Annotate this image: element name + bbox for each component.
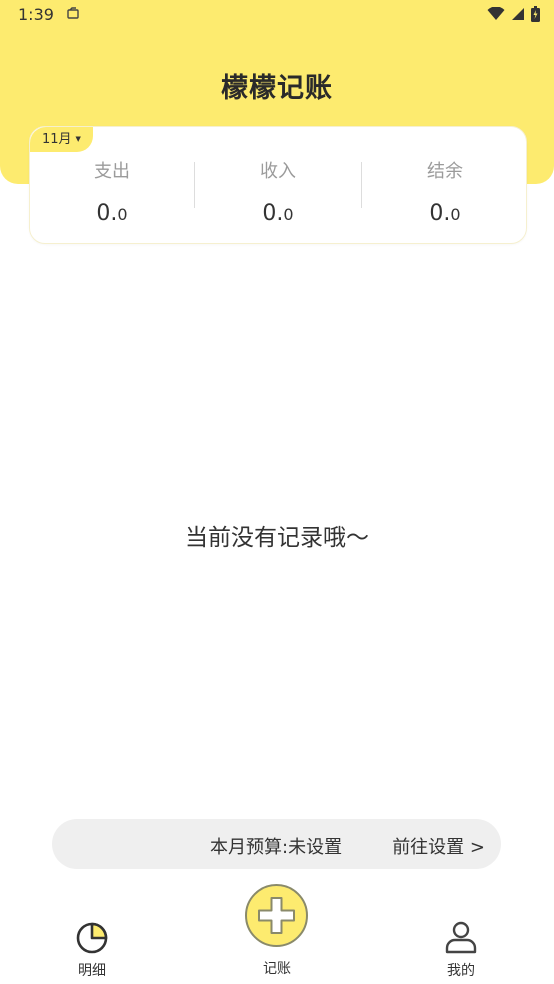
income-label: 收入	[260, 161, 296, 182]
balance-stat: 结余 0.0	[363, 157, 527, 226]
month-label: 11月	[42, 132, 72, 147]
tab-mine[interactable]: 我的	[421, 920, 501, 980]
wifi-icon	[487, 7, 505, 20]
balance-label: 结余	[427, 161, 463, 182]
caret-down-icon: ▼	[75, 135, 81, 143]
status-time: 1:39	[18, 5, 54, 24]
expense-label: 支出	[94, 161, 130, 182]
user-icon	[445, 921, 477, 954]
notification-icon	[67, 7, 79, 19]
balance-value: 0.0	[429, 201, 461, 226]
expense-stat: 支出 0.0	[30, 157, 194, 226]
budget-status: 本月预算:未设置	[210, 837, 343, 858]
app-title: 檬檬记账	[221, 73, 333, 104]
tab-details-label: 明细	[78, 963, 106, 979]
summary-card: 11月 ▼ 支出 0.0 收入 0.0 结余 0.0	[29, 126, 527, 244]
pie-chart-icon	[76, 922, 108, 954]
expense-value: 0.0	[96, 201, 128, 226]
divider	[361, 162, 362, 208]
income-stat: 收入 0.0	[196, 157, 360, 226]
budget-settings-link[interactable]: 前往设置 >	[392, 833, 485, 859]
signal-icon	[512, 8, 524, 20]
battery-icon	[531, 6, 540, 22]
empty-state-message: 当前没有记录哦～	[185, 525, 369, 551]
tab-mine-label: 我的	[447, 963, 475, 979]
income-value: 0.0	[262, 201, 294, 226]
add-record-button[interactable]	[245, 884, 308, 947]
divider	[194, 162, 195, 208]
tab-details[interactable]: 明细	[52, 920, 132, 980]
budget-bar[interactable]: 本月预算:未设置 前往设置 >	[52, 819, 501, 869]
tab-add-label: 记账	[263, 961, 291, 977]
status-bar: 1:39	[0, 0, 554, 30]
month-selector[interactable]: 11月 ▼	[30, 127, 93, 152]
plus-icon	[258, 897, 295, 934]
